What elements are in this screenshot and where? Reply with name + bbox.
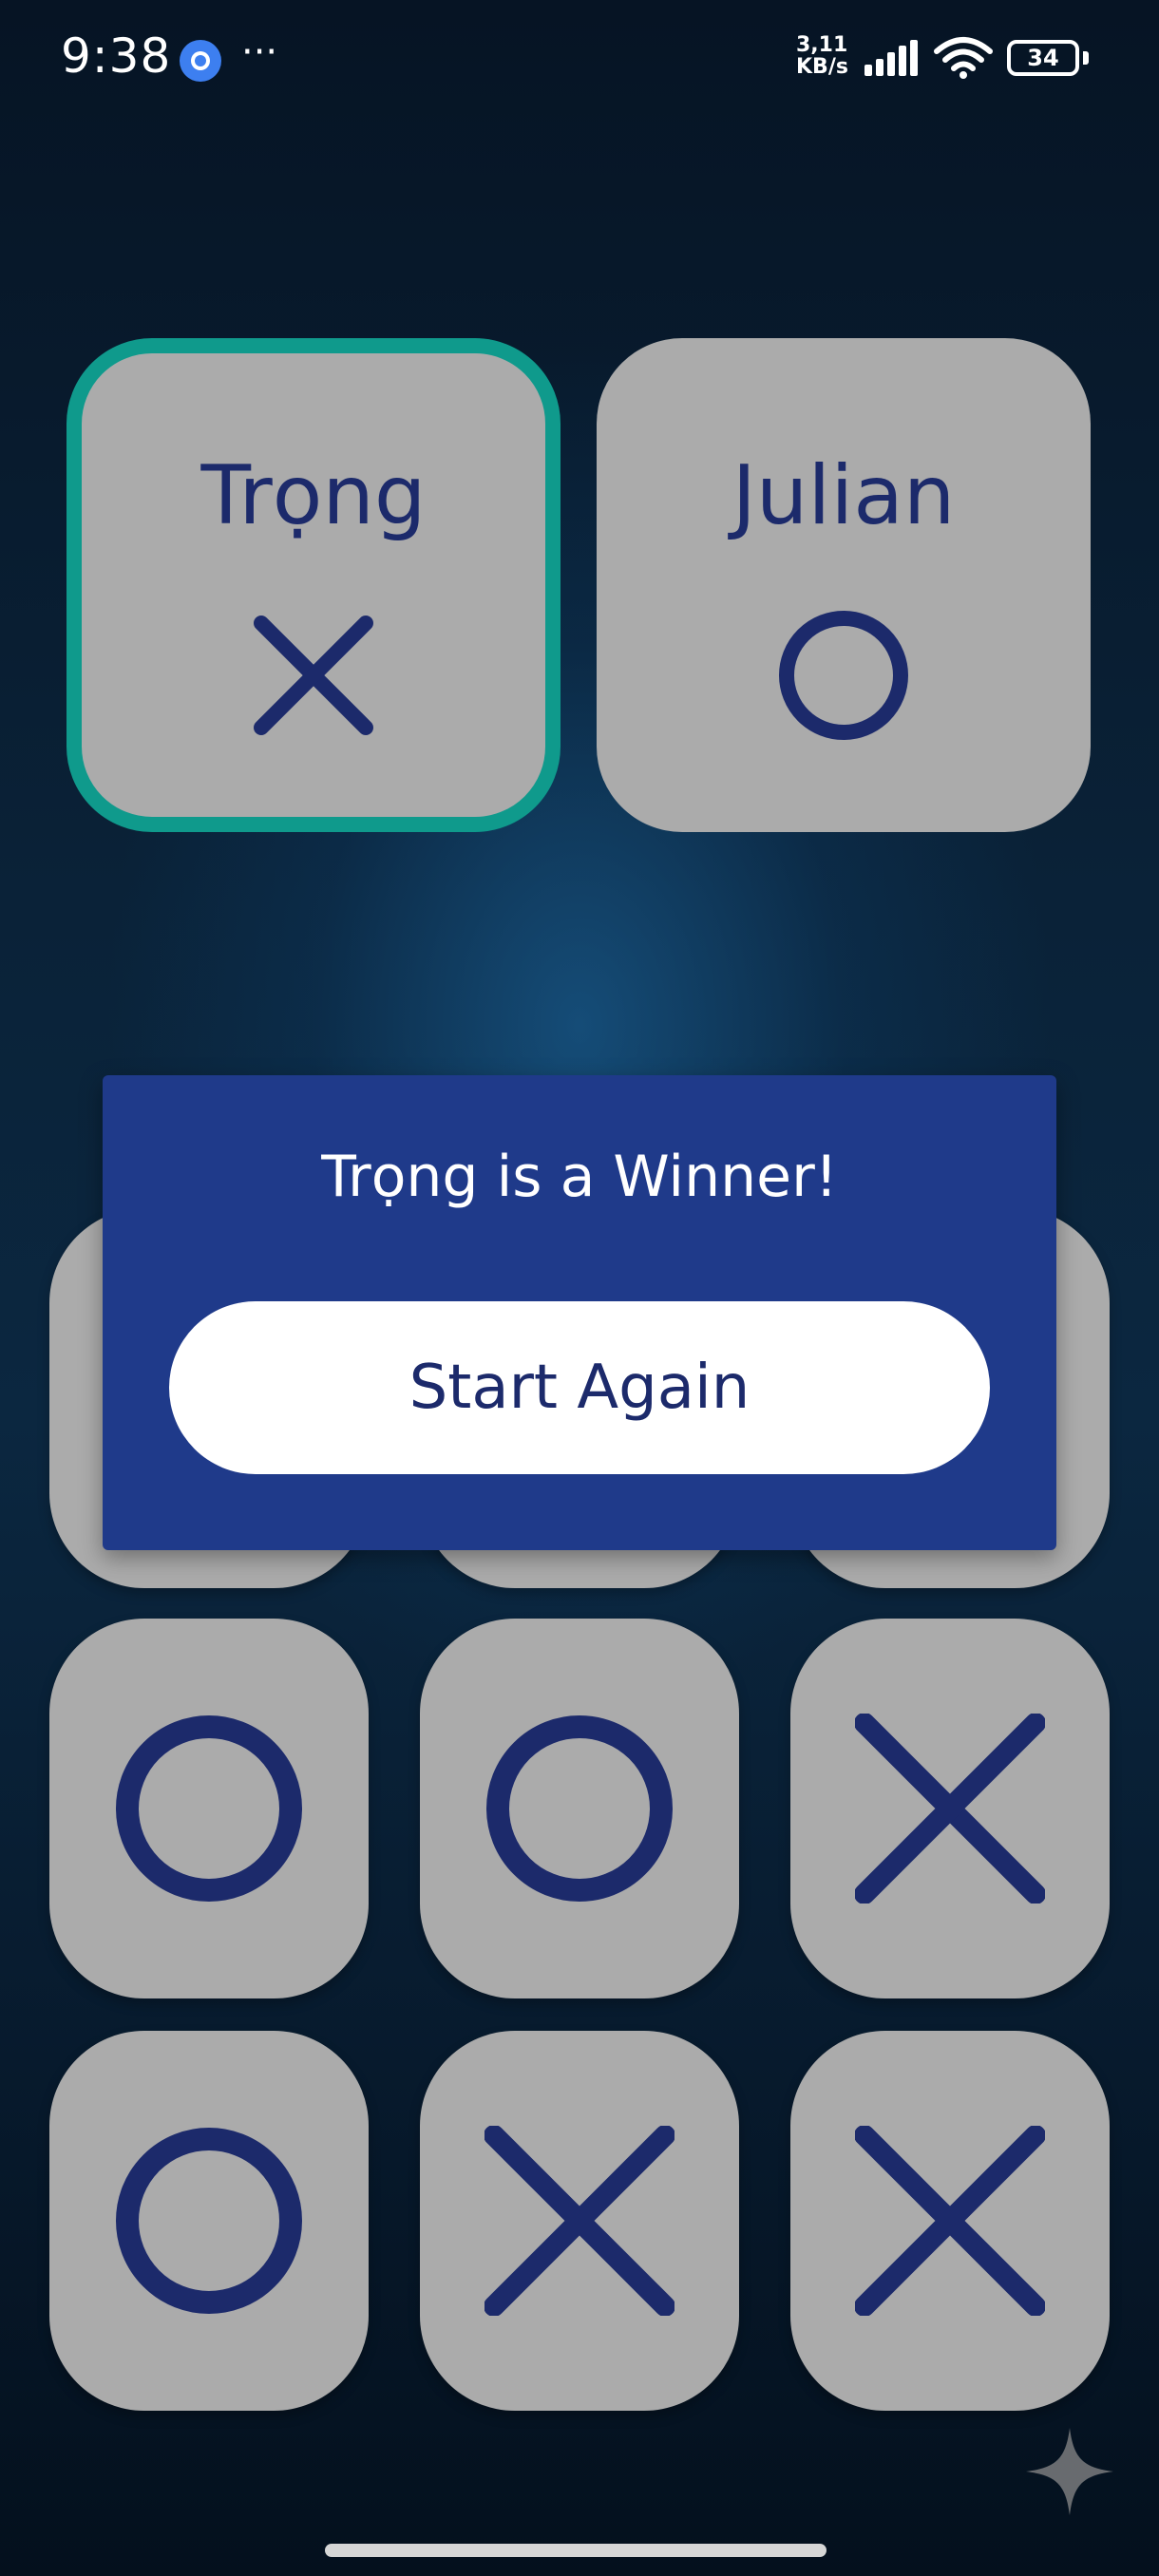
player-card-julian: Julian <box>597 338 1091 832</box>
x-mark-icon <box>254 616 373 735</box>
o-mark-icon <box>779 611 908 740</box>
home-indicator[interactable] <box>325 2544 826 2557</box>
board-cell-7[interactable] <box>49 2031 369 2411</box>
board-cell-6[interactable] <box>790 1619 1110 1998</box>
o-mark-icon <box>486 1715 673 1902</box>
sparkle-icon[interactable] <box>1024 2426 1115 2517</box>
network-speed-value: 3,11 <box>796 33 848 57</box>
battery-level: 34 <box>1027 45 1059 71</box>
wifi-icon <box>934 37 993 79</box>
battery-icon: 34 <box>1007 40 1079 76</box>
o-mark-icon <box>116 2128 302 2314</box>
board-cell-9[interactable] <box>790 2031 1110 2411</box>
more-notifications-indicator: ··· <box>241 30 278 74</box>
board-cell-4[interactable] <box>49 1619 369 1998</box>
winner-message: Trọng is a Winner! <box>321 1144 838 1210</box>
app-notification-icon <box>180 40 221 82</box>
player-name: Julian <box>732 448 956 543</box>
network-speed-unit: KB/s <box>796 55 848 79</box>
network-speed: 3,11 KB/s <box>796 34 848 78</box>
battery-cap <box>1083 51 1089 65</box>
winner-dialog: Trọng is a Winner! Start Again <box>103 1075 1056 1550</box>
status-bar: 9:38 ··· 3,11 KB/s 34 <box>0 0 1159 114</box>
o-mark-icon <box>116 1715 302 1902</box>
x-mark-icon <box>484 2126 674 2316</box>
x-mark-icon <box>855 1714 1045 1904</box>
status-time: 9:38 <box>61 28 172 84</box>
player-card-trong: Trọng <box>66 338 560 832</box>
start-again-button[interactable]: Start Again <box>169 1301 990 1474</box>
player-name: Trọng <box>200 448 427 543</box>
signal-icon <box>864 40 918 76</box>
x-mark-icon <box>855 2126 1045 2316</box>
board-cell-5[interactable] <box>420 1619 739 1998</box>
board-cell-8[interactable] <box>420 2031 739 2411</box>
